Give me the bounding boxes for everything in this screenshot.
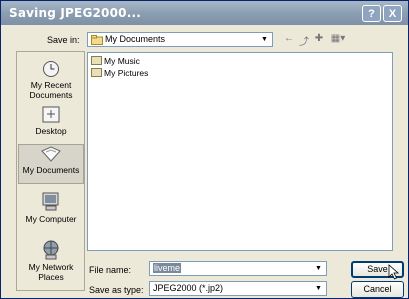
place-desktop[interactable]: Desktop — [18, 106, 84, 138]
network-places-icon — [43, 240, 59, 260]
cancel-button[interactable]: Cancel — [351, 281, 404, 298]
place-my-computer[interactable]: My Computer — [18, 192, 84, 232]
dropdown-arrow-icon[interactable]: ▼ — [312, 263, 325, 274]
places-bar: My Recent Documents Desktop My Documents… — [16, 51, 85, 291]
dropdown-arrow-icon: ▼ — [315, 285, 322, 292]
title-bar[interactable]: Saving JPEG2000... ? X — [1, 1, 408, 25]
my-documents-icon — [41, 146, 61, 162]
file-name-input[interactable]: liveme ▼ — [149, 261, 327, 276]
mouse-cursor-icon — [388, 264, 400, 280]
place-my-documents[interactable]: My Documents — [18, 144, 84, 184]
save-as-type-dropdown[interactable]: JPEG2000 (*.jp2) ▼ — [149, 281, 327, 296]
file-name-label: File name: — [89, 265, 132, 275]
my-computer-icon — [42, 192, 59, 211]
file-list[interactable]: My Music My Pictures — [87, 52, 393, 251]
new-folder-icon[interactable]: ✚ — [313, 33, 325, 45]
back-icon[interactable]: ← — [283, 33, 295, 45]
save-in-label: Save in: — [47, 35, 80, 45]
list-item[interactable]: My Pictures — [91, 68, 148, 78]
pictures-folder-icon — [91, 68, 102, 77]
recent-documents-icon — [43, 61, 59, 77]
save-as-type-label: Save as type: — [89, 285, 144, 295]
help-button[interactable]: ? — [362, 5, 381, 22]
save-dialog: Saving JPEG2000... ? X Save in: My Docum… — [0, 0, 409, 299]
list-item[interactable]: My Music — [91, 56, 140, 66]
desktop-icon — [42, 106, 60, 123]
window-title: Saving JPEG2000... — [9, 6, 141, 20]
dropdown-arrow-icon: ▼ — [261, 36, 268, 43]
folder-icon — [91, 35, 103, 45]
up-folder-icon[interactable]: ⤴ — [298, 33, 310, 48]
save-in-dropdown[interactable]: My Documents ▼ — [87, 32, 273, 47]
place-my-network-places[interactable]: My Network Places — [18, 240, 84, 288]
music-folder-icon — [91, 56, 102, 65]
save-in-value: My Documents — [105, 34, 166, 44]
file-name-value: liveme — [153, 263, 182, 273]
close-button[interactable]: X — [383, 5, 402, 22]
place-my-recent-documents[interactable]: My Recent Documents — [18, 60, 84, 100]
save-as-type-value: JPEG2000 (*.jp2) — [153, 283, 224, 293]
views-menu-icon[interactable]: ▦▾ — [329, 33, 347, 45]
